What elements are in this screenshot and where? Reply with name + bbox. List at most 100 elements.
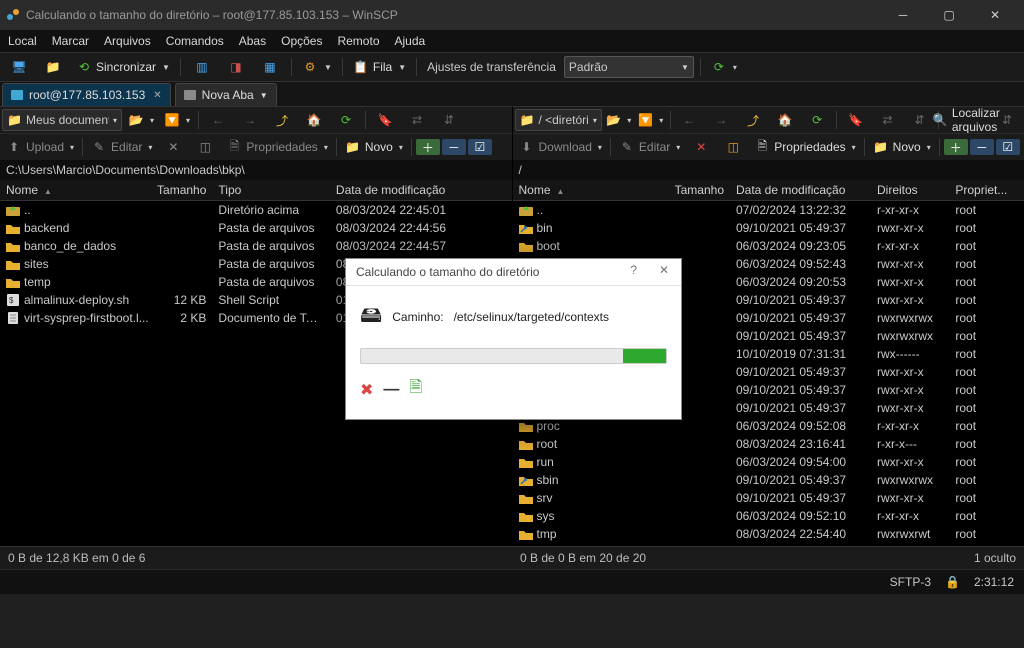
find-files-button[interactable]: 🔍Localizar arquivos xyxy=(943,109,990,131)
local-x2-button[interactable]: ◫ xyxy=(190,136,220,158)
remote-location-select[interactable]: 📁/ <diretóri▾ xyxy=(515,109,602,131)
local-refresh-button[interactable]: ⟳ xyxy=(331,109,361,131)
tb-btn-4[interactable]: ◨ xyxy=(221,56,251,78)
queue-button[interactable]: 📋Fila▼ xyxy=(349,56,410,78)
list-item[interactable]: ..07/02/2024 13:22:32r-xr-xr-xroot xyxy=(513,201,1024,219)
tb-btn-5[interactable]: ▦ xyxy=(255,56,285,78)
sh-icon: $ xyxy=(6,294,20,306)
dialog-path-value: /etc/selinux/targeted/contexts xyxy=(454,310,609,324)
menu-remoto[interactable]: Remoto xyxy=(335,33,381,49)
menu-local[interactable]: Local xyxy=(6,33,39,49)
local-home-button[interactable]: 🏠 xyxy=(299,109,329,131)
list-item[interactable]: banco_de_dadosPasta de arquivos08/03/202… xyxy=(0,237,512,255)
local-path[interactable]: C:\Users\Marcio\Documents\Downloads\bkp\ xyxy=(0,160,512,180)
new-tab-button[interactable]: Nova Aba ▼ xyxy=(175,83,277,106)
list-item[interactable]: tmp08/03/2024 22:54:40rwxrwxrwtroot xyxy=(513,525,1024,543)
sync-button[interactable]: ⟲Sincronizar▼ xyxy=(72,56,174,78)
local-action-toolbar: ⬆Upload▾ ✎Editar▾ ✕ ◫ 🗎Propriedades▾ 📁No… xyxy=(0,133,512,160)
local-up-button[interactable]: ⤴ xyxy=(267,109,297,131)
remote-props-button[interactable]: 🗎Propriedades▾ xyxy=(750,136,859,158)
list-item[interactable]: ..Diretório acima08/03/2024 22:45:01 xyxy=(0,201,512,219)
remote-nav-ex2[interactable]: ⇵ xyxy=(904,109,934,131)
remote-filter-button[interactable]: 🔽▾ xyxy=(636,109,666,131)
session-tab-active[interactable]: root@177.85.103.153 ✕ xyxy=(2,83,171,106)
remote-edit-button[interactable]: ✎Editar▾ xyxy=(615,136,684,158)
remote-list-header[interactable]: Nome▲ Tamanho Data de modificação Direit… xyxy=(513,180,1024,201)
menu-arquivos[interactable]: Arquivos xyxy=(102,33,153,49)
tb-btn-2[interactable]: 📁 xyxy=(38,56,68,78)
tb-btn-3[interactable]: ▥ xyxy=(187,56,217,78)
local-nav-ex2[interactable]: ⇵ xyxy=(434,109,464,131)
list-item[interactable]: boot06/03/2024 09:23:05r-xr-xr-xroot xyxy=(513,237,1024,255)
local-list-header[interactable]: Nome▲ Tamanho Tipo Data de modificação xyxy=(0,180,512,201)
tb-btn-1[interactable]: 🖥 xyxy=(4,56,34,78)
remote-nav-toolbar: 📁/ <diretóri▾ 📂▾ 🔽▾ ← → ⤴ 🏠 ⟳ 🔖 ⇄ ⇵ 🔍Loc… xyxy=(513,107,1024,133)
remote-minus-button[interactable]: － xyxy=(970,139,994,155)
list-item[interactable]: run06/03/2024 09:54:00rwxr-xr-xroot xyxy=(513,453,1024,471)
remote-back-button[interactable]: ← xyxy=(674,109,704,131)
list-item[interactable]: bin09/10/2021 05:49:37rwxr-xr-xroot xyxy=(513,219,1024,237)
protocol-label: SFTP-3 xyxy=(890,575,931,589)
remote-up-button[interactable]: ⤴ xyxy=(738,109,768,131)
remote-home-button[interactable]: 🏠 xyxy=(770,109,800,131)
minimize-button[interactable]: ─ xyxy=(880,0,926,30)
list-item[interactable]: sbin09/10/2021 05:49:37rwxrwxrwxroot xyxy=(513,471,1024,489)
dialog-close-button[interactable]: ✕ xyxy=(659,263,669,277)
local-new-button[interactable]: 📁Novo▾ xyxy=(341,136,407,158)
settings-button[interactable]: ⚙▼ xyxy=(298,56,336,78)
folder-icon xyxy=(519,420,533,432)
dialog-cancel-button[interactable]: ✖ xyxy=(360,380,373,400)
remote-new-button[interactable]: 📁Novo▾ xyxy=(869,136,935,158)
list-item[interactable]: sys06/03/2024 09:52:10r-xr-xr-xroot xyxy=(513,507,1024,525)
dialog-background-button[interactable]: 🗎 xyxy=(409,376,422,403)
local-filter-button[interactable]: 🔽▾ xyxy=(160,109,194,131)
local-status: 0 B de 12,8 KB em 0 de 6 xyxy=(0,551,512,565)
dialog-titlebar[interactable]: Calculando o tamanho do diretório ? ✕ xyxy=(346,259,681,286)
dialog-minimize-button[interactable]: — xyxy=(383,381,399,399)
list-item[interactable]: root08/03/2024 23:16:41r-xr-x---root xyxy=(513,435,1024,453)
remote-plus-button[interactable]: ＋ xyxy=(944,139,968,155)
local-location-select[interactable]: 📁Meus documento▾ xyxy=(2,109,122,131)
list-item[interactable]: srv09/10/2021 05:49:37rwxr-xr-xroot xyxy=(513,489,1024,507)
local-bookmark-button[interactable]: 🔖 xyxy=(370,109,400,131)
remote-delete-button[interactable]: ✕ xyxy=(686,136,716,158)
local-fwd-button[interactable]: → xyxy=(235,109,265,131)
remote-nav-ex3[interactable]: ⇵ xyxy=(992,109,1022,131)
refresh-button[interactable]: ⟳▾ xyxy=(707,56,741,78)
remote-sel-button[interactable]: ☑ xyxy=(996,139,1020,155)
list-item[interactable]: backendPasta de arquivos08/03/2024 22:44… xyxy=(0,219,512,237)
menu-marcar[interactable]: Marcar xyxy=(50,33,91,49)
progress-bar xyxy=(360,348,667,364)
local-edit-button[interactable]: ✎Editar▾ xyxy=(87,136,156,158)
list-item[interactable]: usr07/02/2024 13:22:33rwxr-xr-xroot xyxy=(513,543,1024,546)
transfer-preset-select[interactable]: Padrão▼ xyxy=(564,56,694,78)
bottom-bar: SFTP-3 🔒 2:31:12 xyxy=(0,569,1024,594)
upload-button[interactable]: ⬆Upload▾ xyxy=(2,136,78,158)
menu-comandos[interactable]: Comandos xyxy=(164,33,226,49)
local-props-button[interactable]: 🗎Propriedades▾ xyxy=(222,136,331,158)
menu-abas[interactable]: Abas xyxy=(237,33,268,49)
local-minus-button[interactable]: － xyxy=(442,139,466,155)
local-nav-ex1[interactable]: ⇄ xyxy=(402,109,432,131)
tab-close-icon[interactable]: ✕ xyxy=(153,90,161,101)
remote-nav-ex1[interactable]: ⇄ xyxy=(872,109,902,131)
folder-icon xyxy=(519,456,533,468)
menu-ajuda[interactable]: Ajuda xyxy=(393,33,428,49)
remote-path[interactable]: / xyxy=(513,160,1024,180)
local-sel-button[interactable]: ☑ xyxy=(468,139,492,155)
maximize-button[interactable]: ▢ xyxy=(926,0,972,30)
remote-x2-button[interactable]: ◫ xyxy=(718,136,748,158)
download-button[interactable]: ⬇Download▾ xyxy=(515,136,606,158)
dialog-help-button[interactable]: ? xyxy=(630,263,637,277)
local-plus-button[interactable]: ＋ xyxy=(416,139,440,155)
close-button[interactable]: ✕ xyxy=(972,0,1018,30)
remote-nav-1[interactable]: 📂▾ xyxy=(604,109,634,131)
local-nav-1[interactable]: 📂▾ xyxy=(124,109,158,131)
local-back-button[interactable]: ← xyxy=(203,109,233,131)
menu-opções[interactable]: Opções xyxy=(279,33,324,49)
remote-bookmark-button[interactable]: 🔖 xyxy=(840,109,870,131)
remote-refresh-button[interactable]: ⟳ xyxy=(802,109,832,131)
status-bar: 0 B de 12,8 KB em 0 de 6 0 B de 0 B em 2… xyxy=(0,546,1024,569)
local-delete-button[interactable]: ✕ xyxy=(158,136,188,158)
remote-fwd-button[interactable]: → xyxy=(706,109,736,131)
